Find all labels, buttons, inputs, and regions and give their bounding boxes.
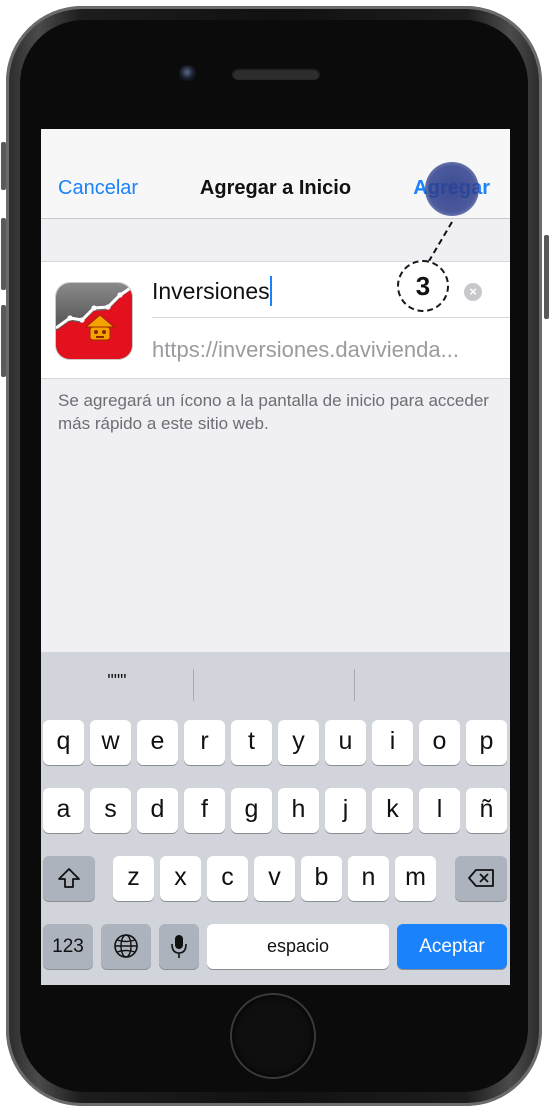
key-n-tilde[interactable]: ñ — [466, 788, 507, 833]
shift-key[interactable] — [43, 856, 95, 901]
key-e[interactable]: e — [137, 720, 178, 765]
screen: Cancelar Agregar a Inicio Agregar — [41, 129, 510, 985]
key-o[interactable]: o — [419, 720, 460, 765]
hint-text: Se agregará un ícono a la pantalla de in… — [58, 391, 489, 433]
volume-up-button — [1, 218, 6, 290]
backspace-key[interactable] — [455, 856, 507, 901]
key-c[interactable]: c — [207, 856, 248, 901]
key-i[interactable]: i — [372, 720, 413, 765]
key-u[interactable]: u — [325, 720, 366, 765]
front-camera — [179, 65, 197, 83]
keyboard: """ q w e r t y u i o p a s d f g h j k … — [41, 652, 510, 985]
globe-icon — [114, 934, 138, 958]
key-q[interactable]: q — [43, 720, 84, 765]
key-x[interactable]: x — [160, 856, 201, 901]
key-k[interactable]: k — [372, 788, 413, 833]
key-d[interactable]: d — [137, 788, 178, 833]
home-button[interactable] — [232, 995, 314, 1077]
mute-switch — [1, 142, 6, 190]
dictation-key[interactable] — [159, 924, 199, 969]
numbers-key[interactable]: 123 — [43, 924, 93, 969]
microphone-icon — [171, 935, 187, 958]
earpiece-speaker — [232, 68, 320, 80]
volume-down-button — [1, 305, 6, 377]
url-field: https://inversiones.davivienda... — [152, 337, 459, 362]
backspace-icon — [468, 869, 494, 887]
key-y[interactable]: y — [278, 720, 319, 765]
key-z[interactable]: z — [113, 856, 154, 901]
suggestion-3[interactable] — [355, 652, 510, 710]
suggestion-1[interactable]: """ — [41, 652, 193, 710]
accept-key[interactable]: Aceptar — [397, 924, 507, 969]
key-n[interactable]: n — [348, 856, 389, 901]
suggestion-bar: """ — [41, 652, 510, 710]
key-r[interactable]: r — [184, 720, 225, 765]
key-j[interactable]: j — [325, 788, 366, 833]
suggestion-2[interactable] — [194, 652, 354, 710]
key-t[interactable]: t — [231, 720, 272, 765]
key-b[interactable]: b — [301, 856, 342, 901]
space-key[interactable]: espacio — [207, 924, 389, 969]
key-g[interactable]: g — [231, 788, 272, 833]
key-a[interactable]: a — [43, 788, 84, 833]
step-number-badge: 3 — [397, 260, 449, 312]
key-p[interactable]: p — [466, 720, 507, 765]
key-h[interactable]: h — [278, 788, 319, 833]
key-s[interactable]: s — [90, 788, 131, 833]
key-m[interactable]: m — [395, 856, 436, 901]
key-l[interactable]: l — [419, 788, 460, 833]
power-button — [544, 235, 549, 319]
globe-key[interactable] — [101, 924, 151, 969]
key-v[interactable]: v — [254, 856, 295, 901]
key-w[interactable]: w — [90, 720, 131, 765]
shift-icon — [58, 868, 80, 888]
key-f[interactable]: f — [184, 788, 225, 833]
